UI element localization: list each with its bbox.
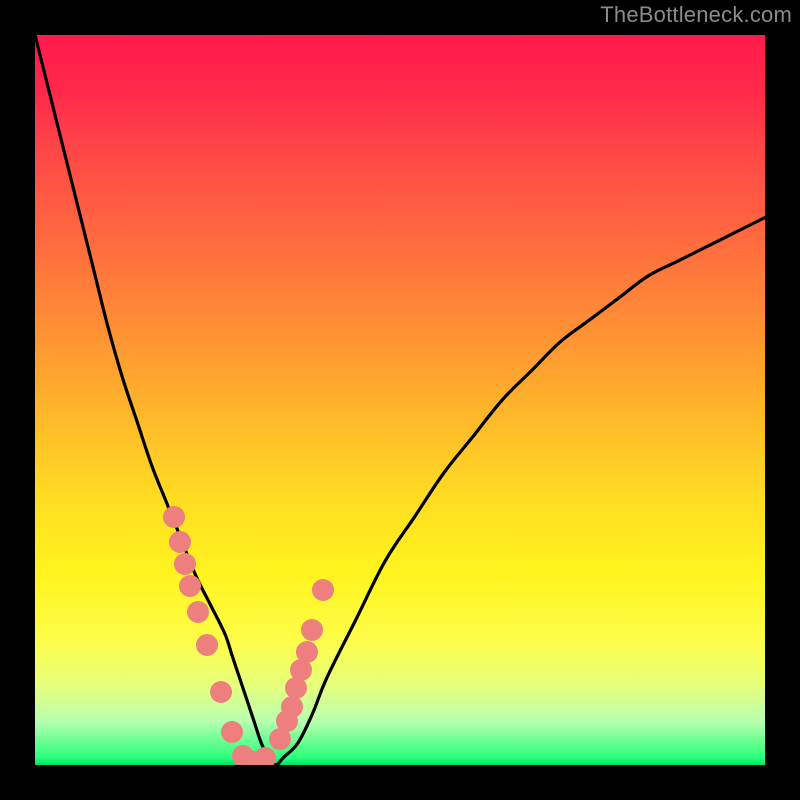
data-dot — [163, 506, 185, 528]
data-dot — [196, 634, 218, 656]
data-dot — [210, 681, 232, 703]
data-dot — [285, 677, 307, 699]
data-dot — [254, 747, 276, 765]
data-dot — [179, 575, 201, 597]
data-dot — [301, 619, 323, 641]
data-dot — [312, 579, 334, 601]
data-dot — [174, 553, 196, 575]
data-dots-layer — [35, 35, 765, 765]
data-dot — [296, 641, 318, 663]
data-dot — [187, 601, 209, 623]
chart-frame: TheBottleneck.com — [0, 0, 800, 800]
watermark-text: TheBottleneck.com — [600, 2, 792, 28]
plot-area — [35, 35, 765, 765]
data-dot — [169, 531, 191, 553]
data-dot — [281, 696, 303, 718]
data-dot — [221, 721, 243, 743]
